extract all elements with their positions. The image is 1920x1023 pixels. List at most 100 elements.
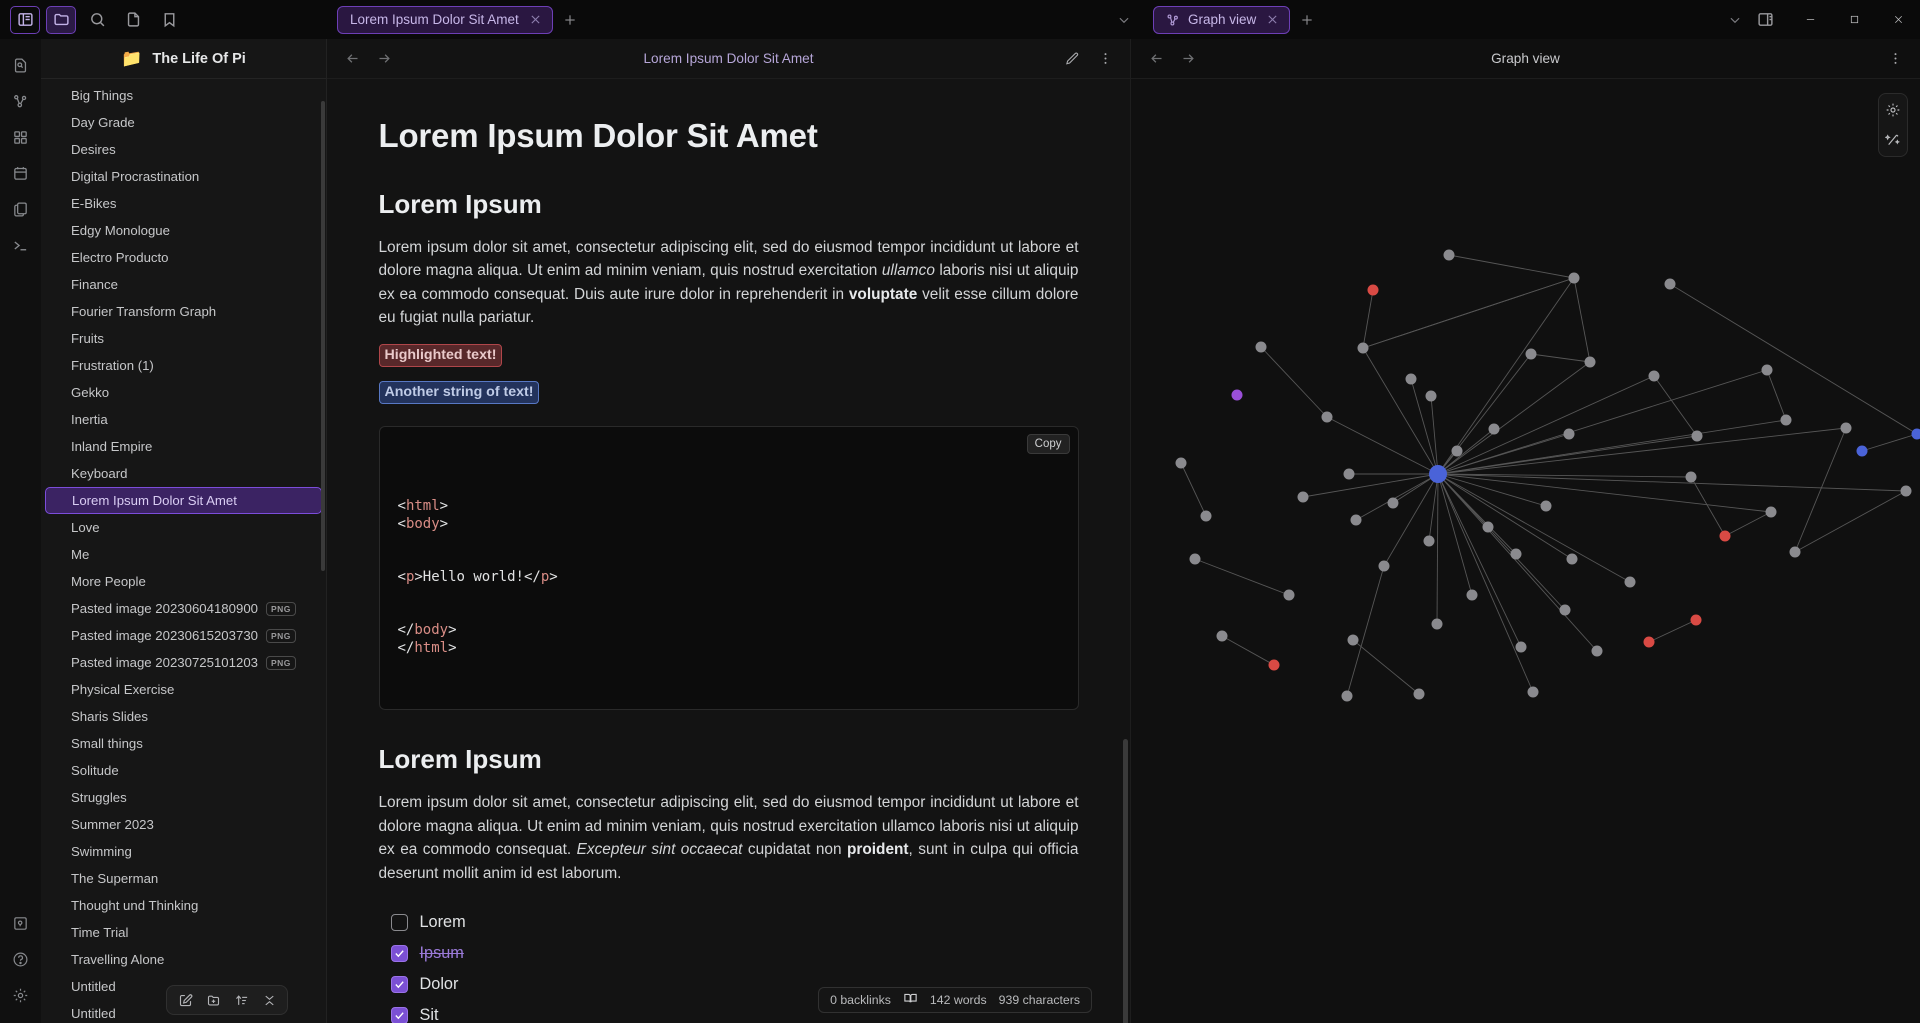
settings-gear-icon[interactable] [5,979,37,1011]
file-item[interactable]: More People [45,568,322,595]
graph-node[interactable] [1560,605,1571,616]
checkbox-checked[interactable] [391,1007,408,1023]
terminal-icon[interactable] [5,229,37,261]
backlinks-count[interactable]: 0 backlinks [830,993,891,1007]
file-item[interactable]: Travelling Alone [45,946,322,973]
graph-node[interactable] [1511,549,1522,560]
file-item[interactable]: Edgy Monologue [45,217,322,244]
collapse-icon[interactable] [257,988,281,1012]
file-item[interactable]: Struggles [45,784,322,811]
graph-canvas[interactable] [1131,79,1920,1023]
file-item[interactable]: Small things [45,730,322,757]
more-options-icon[interactable] [1884,48,1906,70]
sidebar-left-toggle-icon[interactable] [10,6,40,34]
new-folder-icon[interactable] [201,988,225,1012]
graph-node[interactable] [1444,250,1455,261]
graph-node[interactable] [1232,390,1243,401]
graph-node[interactable] [1720,531,1731,542]
graph-node[interactable] [1592,646,1603,657]
graph-node[interactable] [1644,637,1655,648]
tab-lorem-ipsum-dolor-sit-amet[interactable]: Lorem Ipsum Dolor Sit Amet [337,6,553,34]
character-count[interactable]: 939 characters [999,993,1080,1007]
graph-node[interactable] [1483,522,1494,533]
graph-node[interactable] [1762,365,1773,376]
sort-icon[interactable] [229,988,253,1012]
file-item[interactable]: Day Grade [45,109,322,136]
file-item[interactable]: Love [45,514,322,541]
word-count[interactable]: 142 words [930,993,987,1007]
tab-list-chevron-down-icon[interactable] [1722,7,1748,33]
graph-node[interactable] [1901,486,1912,497]
graph-node[interactable] [1857,446,1868,457]
graph-node[interactable] [1516,642,1527,653]
document-scroll-area[interactable]: Lorem Ipsum Dolor Sit Amet Lorem Ipsum L… [327,79,1130,1023]
file-search-icon[interactable] [5,49,37,81]
sidebar-right-toggle-icon[interactable] [1748,6,1782,34]
window-close-button[interactable] [1876,0,1920,39]
file-item[interactable]: Pasted image 20230604180900PNG [45,595,322,622]
document-scrollbar[interactable] [1123,739,1128,1023]
graph-node[interactable] [1342,691,1353,702]
folder-icon[interactable] [46,6,76,34]
search-icon[interactable] [82,6,112,34]
file-item-selected[interactable]: Lorem Ipsum Dolor Sit Amet [45,487,322,514]
graph-node[interactable] [1541,501,1552,512]
new-note-icon[interactable] [173,988,197,1012]
file-item[interactable]: Solitude [45,757,322,784]
graph-node[interactable] [1379,561,1390,572]
graph-node[interactable] [1406,374,1417,385]
file-item[interactable]: Pasted image 20230725101203PNG [45,649,322,676]
graph-node[interactable] [1414,689,1425,700]
graph-node[interactable] [1625,577,1636,588]
graph-node[interactable] [1564,429,1575,440]
graph-node[interactable] [1569,273,1580,284]
graph-node[interactable] [1358,343,1369,354]
graph-node[interactable] [1176,458,1187,469]
graph-node[interactable] [1256,342,1267,353]
forward-arrow-icon[interactable] [373,48,395,70]
graph-node[interactable] [1528,687,1539,698]
close-icon[interactable] [1264,11,1281,28]
graph-node[interactable] [1691,615,1702,626]
more-options-icon[interactable] [1094,48,1116,70]
graph-node[interactable] [1201,511,1212,522]
graph-node[interactable] [1781,415,1792,426]
file-item[interactable]: Inertia [45,406,322,433]
file-item[interactable]: Electro Producto [45,244,322,271]
window-maximize-button[interactable] [1832,0,1876,39]
graph-node[interactable] [1344,469,1355,480]
graph-node[interactable] [1284,590,1295,601]
graph-node[interactable] [1692,431,1703,442]
grid-icon[interactable] [5,121,37,153]
file-item[interactable]: Swimming [45,838,322,865]
file-item[interactable]: Keyboard [45,460,322,487]
graph-node[interactable] [1686,472,1697,483]
graph-node[interactable] [1269,660,1280,671]
graph-node[interactable] [1190,554,1201,565]
graph-node[interactable] [1790,547,1801,558]
copy-files-icon[interactable] [5,193,37,225]
file-item[interactable]: Time Trial [45,919,322,946]
graph-node[interactable] [1649,371,1660,382]
graph-node[interactable] [1467,590,1478,601]
graph-node[interactable] [1432,619,1443,630]
graph-node[interactable] [1322,412,1333,423]
pencil-icon[interactable] [1060,48,1082,70]
graph-node[interactable] [1766,507,1777,518]
graph-node[interactable] [1424,536,1435,547]
file-item[interactable]: Thought und Thinking [45,892,322,919]
magic-wand-icon[interactable] [1883,130,1903,150]
file-item[interactable]: Sharis Slides [45,703,322,730]
graph-node[interactable] [1368,285,1379,296]
graph-node[interactable] [1429,465,1447,483]
file-icon[interactable] [118,6,148,34]
file-item[interactable]: Fruits [45,325,322,352]
graph-node[interactable] [1912,429,1920,440]
graph-node[interactable] [1526,349,1537,360]
file-list[interactable]: Big ThingsDay GradeDesiresDigital Procra… [41,79,326,1023]
file-item[interactable]: Frustration (1) [45,352,322,379]
back-arrow-icon[interactable] [341,48,363,70]
tab-list-chevron-down-icon[interactable] [1111,7,1137,33]
graph-node[interactable] [1665,279,1676,290]
graph-node[interactable] [1452,446,1463,457]
